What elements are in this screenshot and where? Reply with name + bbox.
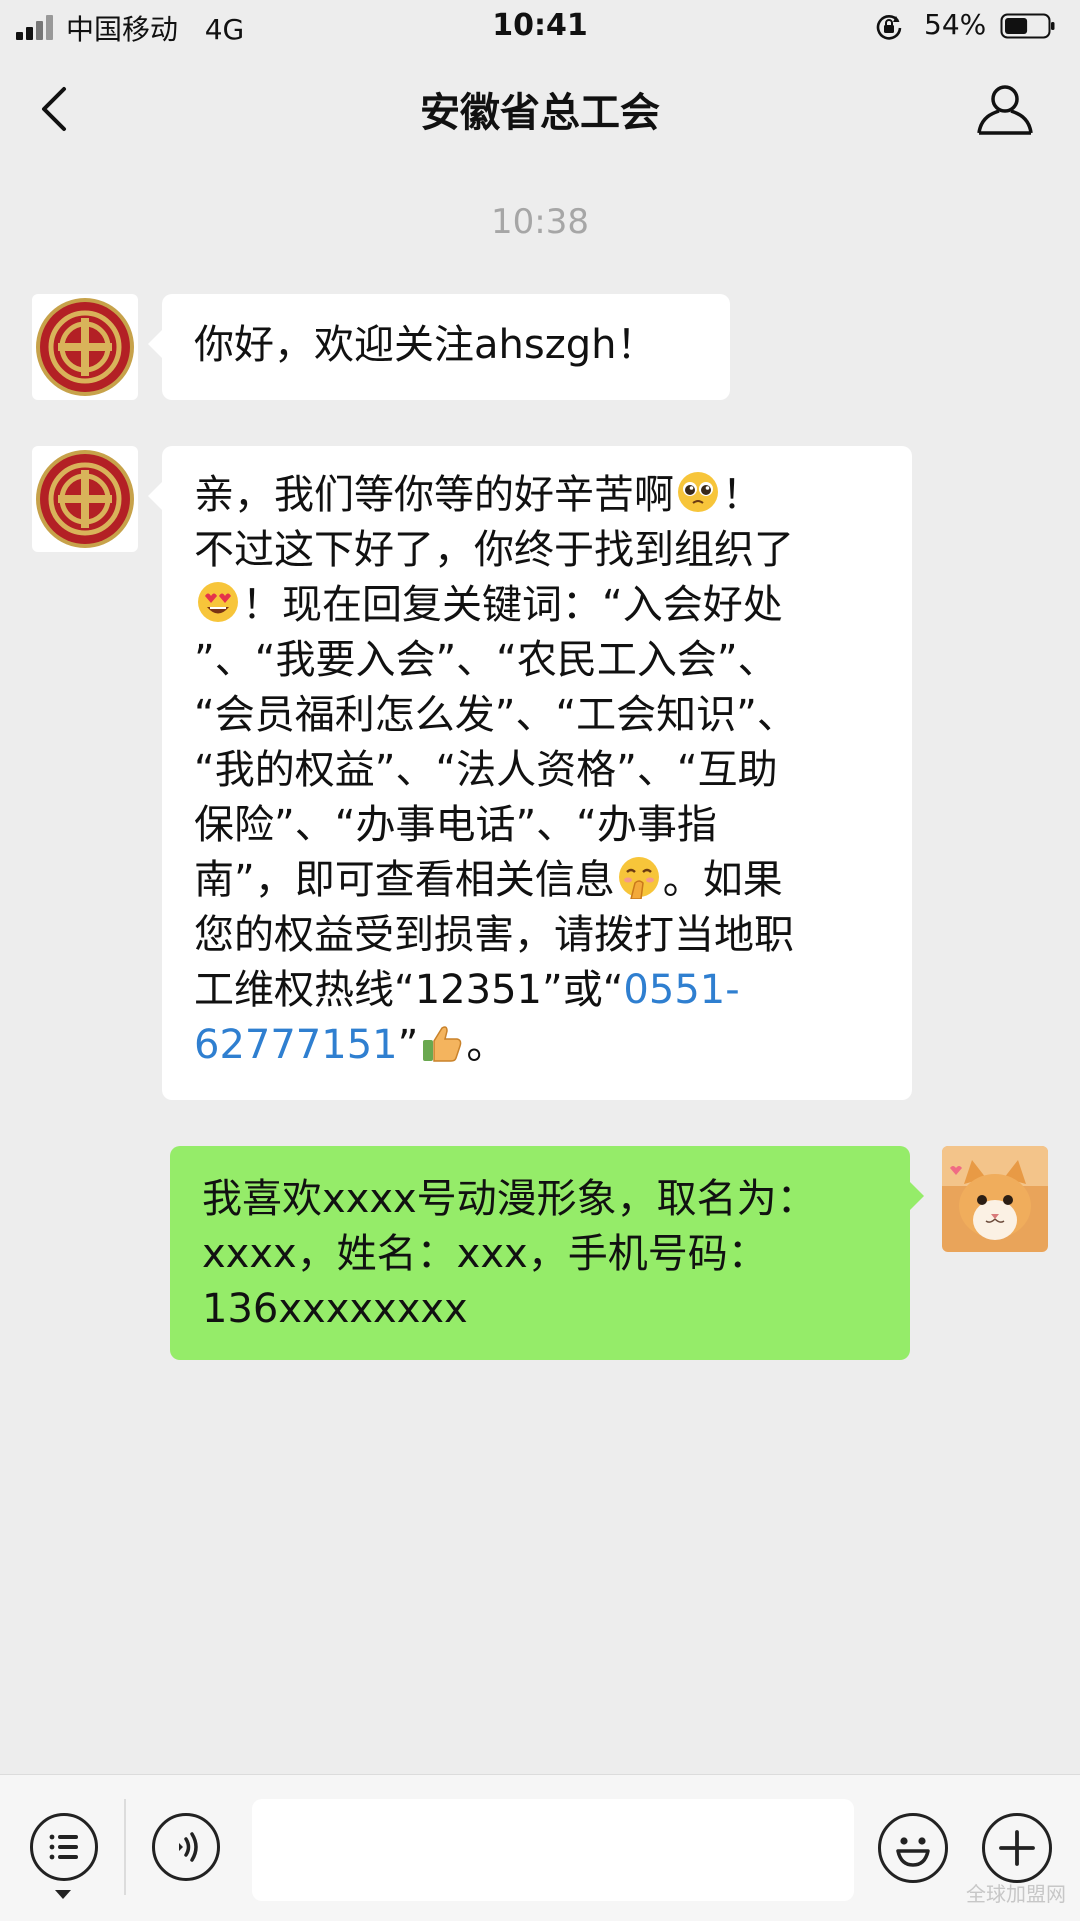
smiley-icon (896, 1837, 930, 1867)
message-line: 工维权热线“12351”或“0551- (194, 963, 880, 1018)
message-bubble[interactable]: 亲，我们等你等的好辛苦啊 ！ 不过这下好了，你终于找到组织了 ！现在回复关键词：“… (148, 446, 912, 1100)
message-text: ” (397, 1022, 419, 1068)
message-line: 您的权益受到损害，请拨打当地职 (194, 912, 794, 958)
profile-button[interactable] (976, 82, 1034, 136)
battery-icon (1000, 13, 1055, 39)
message-line: ！现在回复关键词：“入会好处 (194, 578, 880, 633)
message-bubble[interactable]: 你好，欢迎关注ahszgh！ (148, 294, 730, 400)
message-text: 。如果 (662, 857, 783, 903)
watermark: 全球加盟网 (966, 1882, 1066, 1906)
message-line: 不过这下好了，你终于找到组织了 (194, 527, 794, 573)
rotation-lock-icon (876, 15, 902, 40)
phone-link[interactable]: 0551- (623, 967, 739, 1013)
message-text: 你好，欢迎关注ahszgh！ (194, 322, 657, 368)
caret-down-icon (55, 1890, 71, 1899)
message-line: “会员福利怎么发”、“工会知识”、 (194, 692, 797, 738)
chat-timestamp: 10:38 (491, 202, 589, 242)
heart-eyes-icon (198, 582, 238, 622)
page-title: 安徽省总工会 (420, 90, 660, 136)
nav-bar: 安徽省总工会 (0, 54, 1080, 164)
sent-message-bubble[interactable]: 我喜欢xxxx号动漫形象，取名为： xxxx，姓名：xxx，手机号码： 136x… (170, 1146, 924, 1360)
official-avatar[interactable] (32, 294, 138, 400)
plus-icon (999, 1830, 1035, 1866)
message-line: 保险”、“办事电话”、“办事指 (194, 802, 717, 848)
status-time: 10:41 (492, 8, 588, 43)
message-line: “我的权益”、“法人资格”、“互助 (194, 747, 778, 793)
add-button[interactable] (982, 1813, 1052, 1883)
message-line: ”、“我要入会”、“农民工入会”、 (194, 637, 778, 683)
message-line: 南”，即可查看相关信息 。如果 (194, 853, 880, 908)
voice-icon (179, 1832, 198, 1862)
input-bar: 全球加盟网 (0, 1774, 1080, 1921)
emoji-button[interactable] (878, 1813, 948, 1883)
message-line: 我喜欢xxxx号动漫形象，取名为： (202, 1176, 817, 1222)
thumbs-up-icon (423, 1026, 462, 1062)
battery-percent: 54% (924, 8, 987, 41)
list-menu-icon (49, 1834, 78, 1860)
cat-photo-icon (942, 1146, 1048, 1252)
message-text: 工维权热线“12351”或“ (194, 967, 624, 1013)
voice-button[interactable] (152, 1813, 220, 1881)
message-text: ！ (722, 472, 762, 518)
pleading-face-icon (678, 472, 718, 512)
message-text: ！现在回复关键词：“入会好处 (242, 582, 783, 628)
message-line: xxxx，姓名：xxx，手机号码： (202, 1231, 768, 1277)
union-logo-icon (36, 450, 134, 548)
status-bar: 中国移动 4G 10:41 54% (0, 0, 1080, 54)
message-line: 62777151” 。 (194, 1018, 880, 1073)
divider (124, 1799, 126, 1895)
message-line: 亲，我们等你等的好辛苦啊 ！ (194, 468, 880, 523)
message-text: 亲，我们等你等的好辛苦啊 (194, 472, 674, 518)
message-input[interactable] (252, 1799, 854, 1901)
menu-button[interactable] (30, 1813, 98, 1881)
message-text: 南”，即可查看相关信息 (194, 857, 615, 903)
phone-link[interactable]: 62777151 (194, 1022, 398, 1068)
giggle-face-icon (618, 857, 659, 899)
message-text: 。 (466, 1022, 507, 1068)
message-line: 136xxxxxxxx (202, 1286, 468, 1332)
official-avatar[interactable] (32, 446, 138, 552)
user-avatar[interactable] (942, 1146, 1048, 1252)
union-logo-icon (36, 298, 134, 396)
